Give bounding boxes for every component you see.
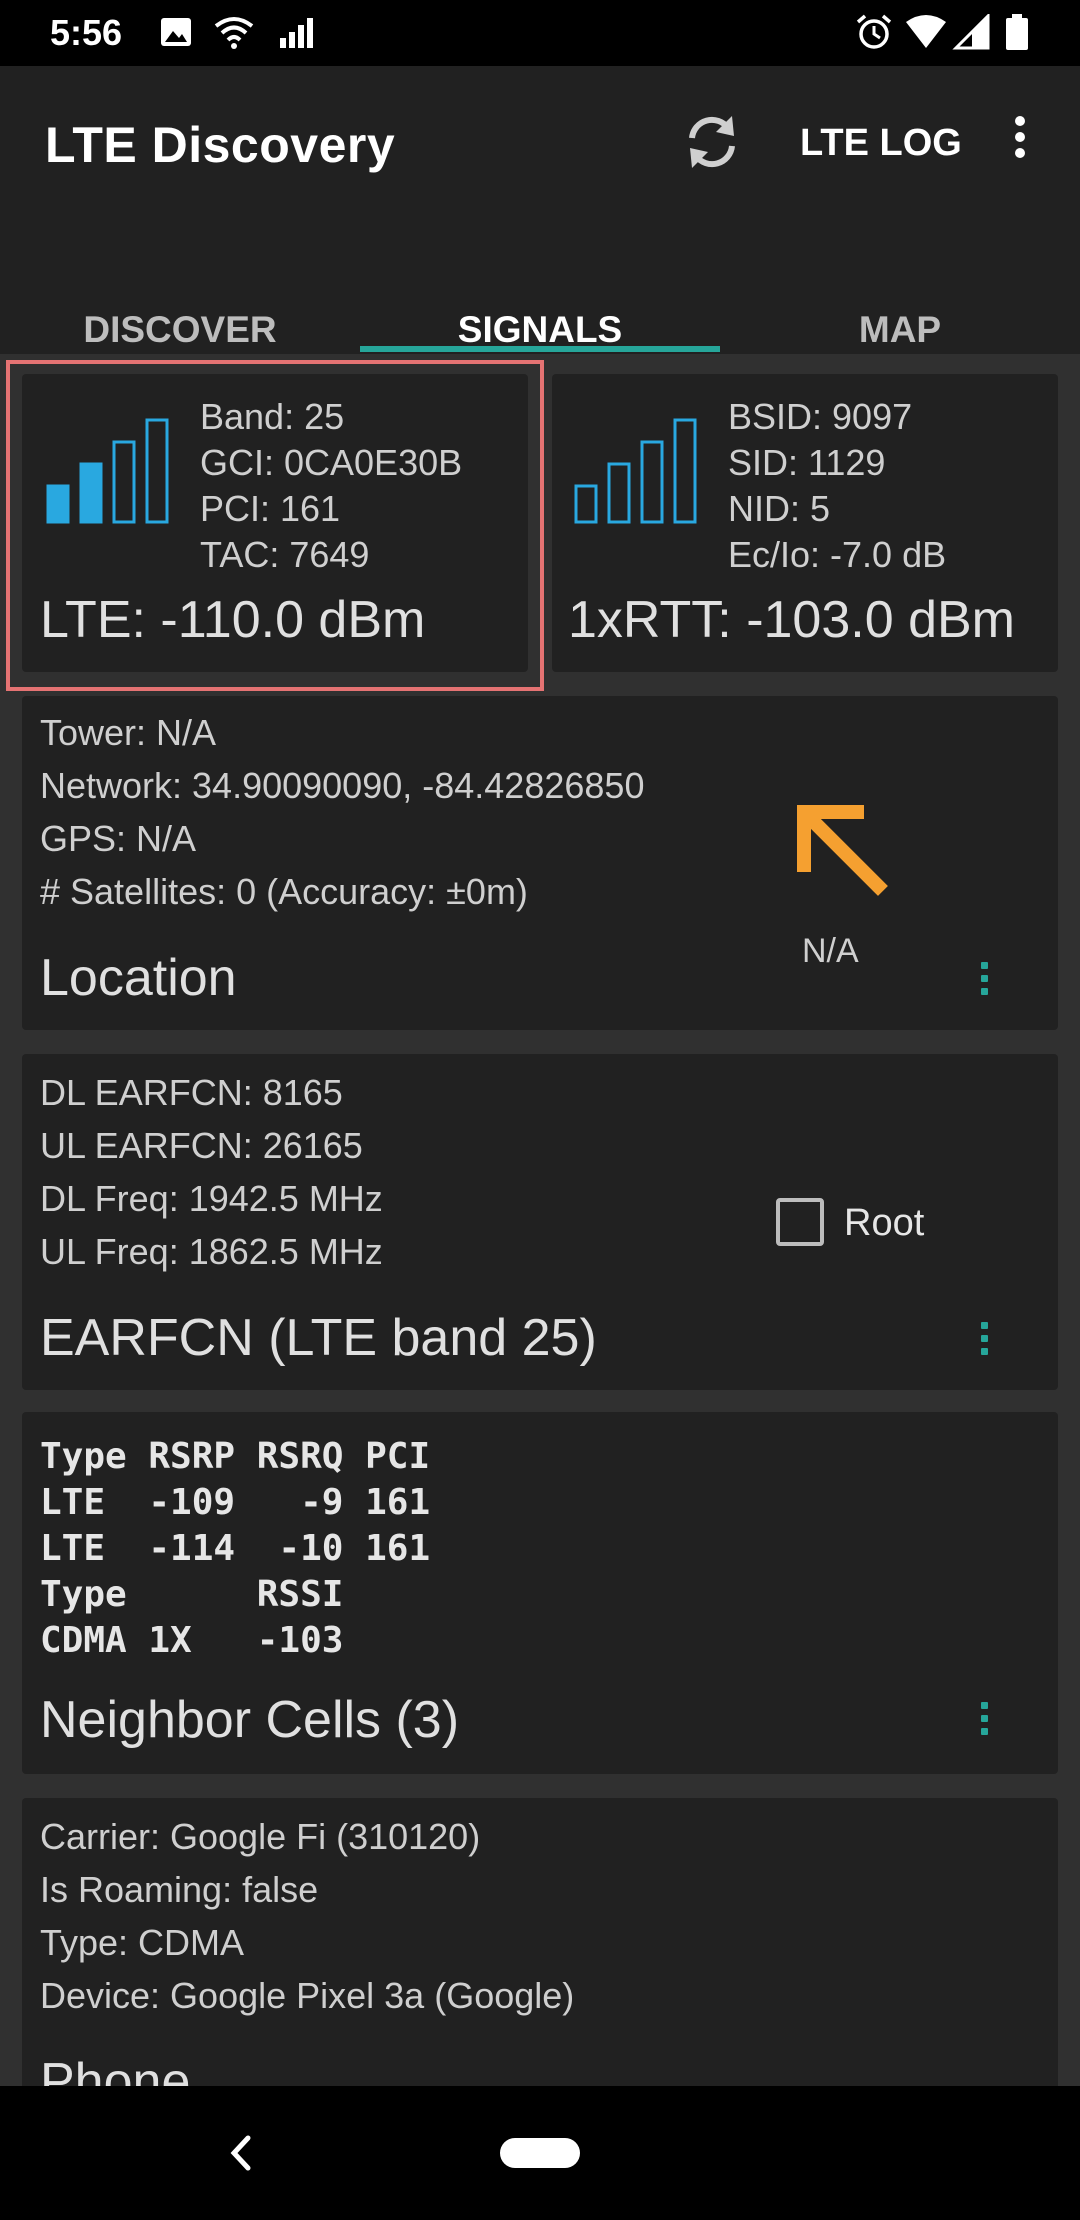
app-title: LTE Discovery (45, 117, 396, 173)
location-gps: GPS: N/A (40, 818, 197, 859)
location-satellites: # Satellites: 0 (Accuracy: ±0m) (40, 871, 528, 912)
root-checkbox[interactable] (776, 1198, 824, 1246)
root-label[interactable]: Root (844, 1202, 924, 1245)
phone-roaming: Is Roaming: false (40, 1869, 319, 1910)
neighbor-row: LTE -114 -10 161 (40, 1528, 431, 1569)
status-time: 5:56 (50, 12, 123, 53)
neighbor-row: Type RSRP RSRQ PCI (40, 1436, 431, 1477)
neighbor-row: Type RSSI (40, 1574, 344, 1615)
rtt-ecio: Ec/Io: -7.0 dB (728, 534, 947, 575)
neighbor-menu-icon[interactable] (974, 1696, 994, 1740)
phone-type: Type: CDMA (40, 1922, 245, 1963)
status-bar: 5:56 (0, 0, 1080, 66)
wifi-icon (214, 17, 254, 49)
cell-signal-icon (280, 18, 313, 48)
dl-earfcn: DL EARFCN: 8165 (40, 1072, 343, 1113)
phone-device: Device: Google Pixel 3a (Google) (40, 1975, 575, 2016)
direction-label: N/A (802, 932, 859, 970)
location-network: Network: 34.90090090, -84.42826850 (40, 765, 645, 806)
location-card[interactable]: Tower: N/A Network: 34.90090090, -84.428… (22, 696, 1058, 1030)
tab-indicator (360, 346, 720, 352)
neighbor-cells-title: Neighbor Cells (3) (40, 1691, 460, 1749)
refresh-icon[interactable] (680, 110, 744, 174)
lte-log-button[interactable]: LTE LOG (800, 122, 962, 165)
rtt-signal-card[interactable]: BSID: 9097 SID: 1129 NID: 5 Ec/Io: -7.0 … (552, 374, 1058, 672)
phone-carrier: Carrier: Google Fi (310120) (40, 1816, 481, 1857)
tab-signals[interactable]: SIGNALS (360, 256, 720, 354)
image-icon (161, 18, 191, 46)
direction-arrow-icon (797, 805, 888, 896)
earfcn-menu-icon[interactable] (974, 1316, 994, 1360)
rtt-nid: NID: 5 (728, 488, 831, 529)
neighbor-cells-card[interactable]: Type RSRP RSRQ PCI LTE -109 -9 161 LTE -… (22, 1412, 1058, 1774)
neighbor-row: CDMA 1X -103 (40, 1620, 344, 1661)
rtt-signal-strength: 1xRTT: -103.0 dBm (568, 591, 1016, 649)
earfcn-title: EARFCN (LTE band 25) (40, 1309, 597, 1367)
home-button[interactable] (500, 2138, 580, 2168)
tab-discover[interactable]: DISCOVER (0, 256, 360, 354)
navigation-bar (0, 2086, 1080, 2220)
highlight-box (6, 360, 544, 691)
phone-card[interactable]: Carrier: Google Fi (310120) Is Roaming: … (22, 1798, 1058, 2098)
rtt-bsid: BSID: 9097 (728, 396, 913, 437)
location-title: Location (40, 949, 237, 1007)
tab-map[interactable]: MAP (720, 256, 1080, 354)
location-menu-icon[interactable] (974, 956, 994, 1000)
tab-bar: DISCOVER SIGNALS MAP (0, 256, 1080, 354)
wifi-full-icon (906, 15, 946, 48)
more-vert-icon[interactable] (1000, 110, 1040, 174)
back-icon[interactable] (220, 2126, 260, 2180)
location-tower: Tower: N/A (40, 712, 217, 753)
battery-icon (1006, 14, 1028, 50)
app-bar: LTE Discovery LTE LOG DISCOVER SIGNALS M… (0, 66, 1080, 354)
ul-earfcn: UL EARFCN: 26165 (40, 1125, 363, 1166)
ul-freq: UL Freq: 1862.5 MHz (40, 1231, 383, 1272)
rtt-sid: SID: 1129 (728, 442, 886, 483)
neighbor-row: LTE -109 -9 161 (40, 1482, 431, 1523)
signal-icon (952, 14, 990, 50)
alarm-icon (856, 14, 892, 49)
dl-freq: DL Freq: 1942.5 MHz (40, 1178, 383, 1219)
rtt-signal-bars-icon (574, 406, 714, 526)
earfcn-card[interactable]: DL EARFCN: 8165 UL EARFCN: 26165 DL Freq… (22, 1054, 1058, 1390)
